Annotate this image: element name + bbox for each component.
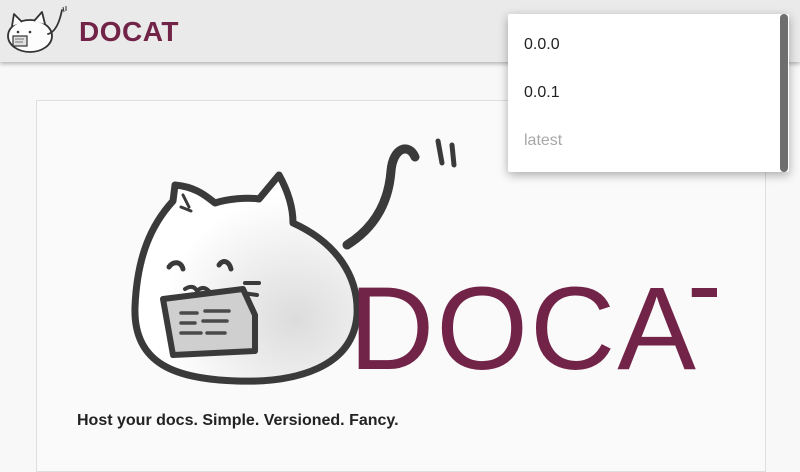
version-option-0-0-0[interactable]: 0.0.0 xyxy=(524,33,560,57)
version-option-latest: latest xyxy=(524,132,563,149)
docat-logo: DOCAT xyxy=(131,138,717,387)
logo-wordmark: DOCAT xyxy=(349,263,717,387)
menu-scrollbar[interactable] xyxy=(780,14,788,172)
version-option-0-0-1[interactable]: 0.0.1 xyxy=(524,81,560,105)
cat-logo-icon[interactable] xyxy=(4,4,70,54)
app-title[interactable]: DOCAT xyxy=(79,16,179,48)
version-dropdown-menu[interactable]: 0.0.0 0.0.1 latest xyxy=(508,14,789,172)
tagline: Host your docs. Simple. Versioned. Fancy… xyxy=(77,412,399,429)
